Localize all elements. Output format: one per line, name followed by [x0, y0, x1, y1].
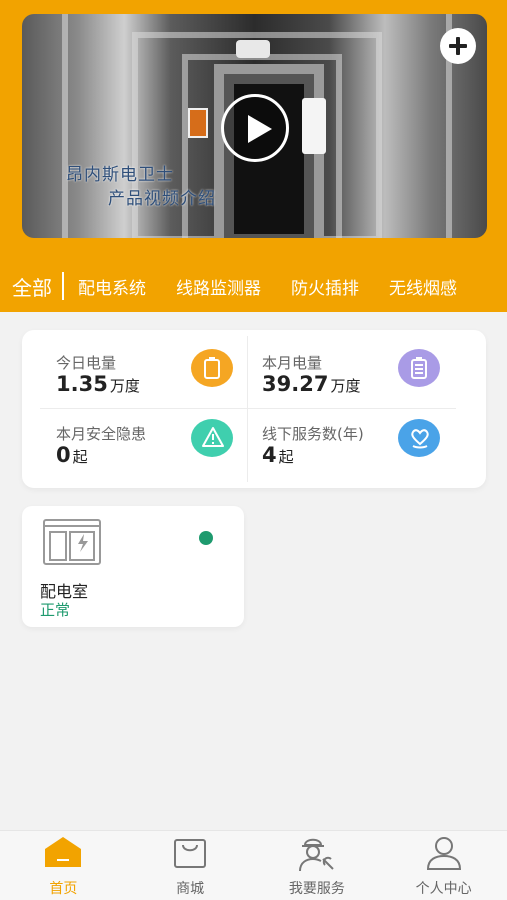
bottom-navigation: 首页 商城 我要服务 个人中心 [0, 830, 507, 900]
room-card-distribution[interactable]: 配电室 正常 [22, 506, 244, 627]
stat-value: 1.35 [56, 372, 108, 396]
product-video[interactable]: 昂内斯电卫士 产品视频介绍 [22, 14, 487, 238]
nav-label: 商城 [176, 881, 205, 897]
shopping-bag-icon [174, 839, 207, 868]
nav-profile[interactable]: 个人中心 [380, 831, 507, 900]
tab-fire-power-strip[interactable]: 防火插排 [291, 274, 359, 299]
room-status: 正常 [40, 601, 71, 619]
stat-unit: 起 [72, 448, 88, 466]
worker-service-icon [298, 838, 334, 872]
stat-label: 线下服务数(年) [262, 425, 364, 443]
status-indicator-dot [199, 531, 213, 545]
tab-all[interactable]: 全部 [0, 272, 52, 301]
stat-label: 今日电量 [56, 354, 117, 372]
video-caption-line1: 昂内斯电卫士 [66, 165, 174, 185]
play-button[interactable] [221, 94, 289, 162]
nav-home[interactable]: 首页 [0, 831, 127, 900]
category-tabs: 全部 配电系统 线路监测器 防火插排 无线烟感 [0, 266, 507, 306]
stats-card: 今日电量 1.35 万度 本月电量 39.27 万度 本月安全隐患 0起 线下服… [22, 330, 486, 488]
video-caption-line2: 产品视频介绍 [108, 189, 216, 209]
stat-unit: 起 [278, 448, 294, 466]
play-icon [248, 115, 272, 143]
device-image-orange [188, 108, 208, 138]
service-heart-icon [398, 419, 440, 457]
stat-value: 0 [56, 443, 71, 467]
warning-icon [191, 419, 233, 457]
nav-label: 个人中心 [415, 881, 472, 897]
tab-power-distribution[interactable]: 配电系统 [78, 274, 146, 299]
clipboard-battery-icon [398, 349, 440, 387]
add-button[interactable] [440, 28, 476, 64]
user-icon [426, 837, 461, 870]
stat-value: 4 [262, 443, 277, 467]
nav-service[interactable]: 我要服务 [254, 831, 381, 900]
battery-icon [191, 349, 233, 387]
nav-shop[interactable]: 商城 [127, 831, 254, 900]
home-icon [45, 837, 82, 867]
smoke-detector-image [236, 40, 270, 58]
distribution-cabinet-icon [43, 519, 101, 565]
stat-unit: 万度 [109, 377, 140, 395]
tab-line-monitor[interactable]: 线路监测器 [176, 274, 261, 299]
stat-label: 本月安全隐患 [56, 425, 147, 443]
nav-label: 首页 [49, 881, 78, 897]
tab-wireless-smoke[interactable]: 无线烟感 [389, 274, 457, 299]
nav-label: 我要服务 [288, 881, 345, 897]
stat-unit: 万度 [330, 377, 361, 395]
plus-icon [449, 37, 467, 55]
tab-divider [62, 272, 64, 300]
stat-value: 39.27 [262, 372, 329, 396]
stat-label: 本月电量 [262, 354, 323, 372]
device-image-white [302, 98, 326, 154]
